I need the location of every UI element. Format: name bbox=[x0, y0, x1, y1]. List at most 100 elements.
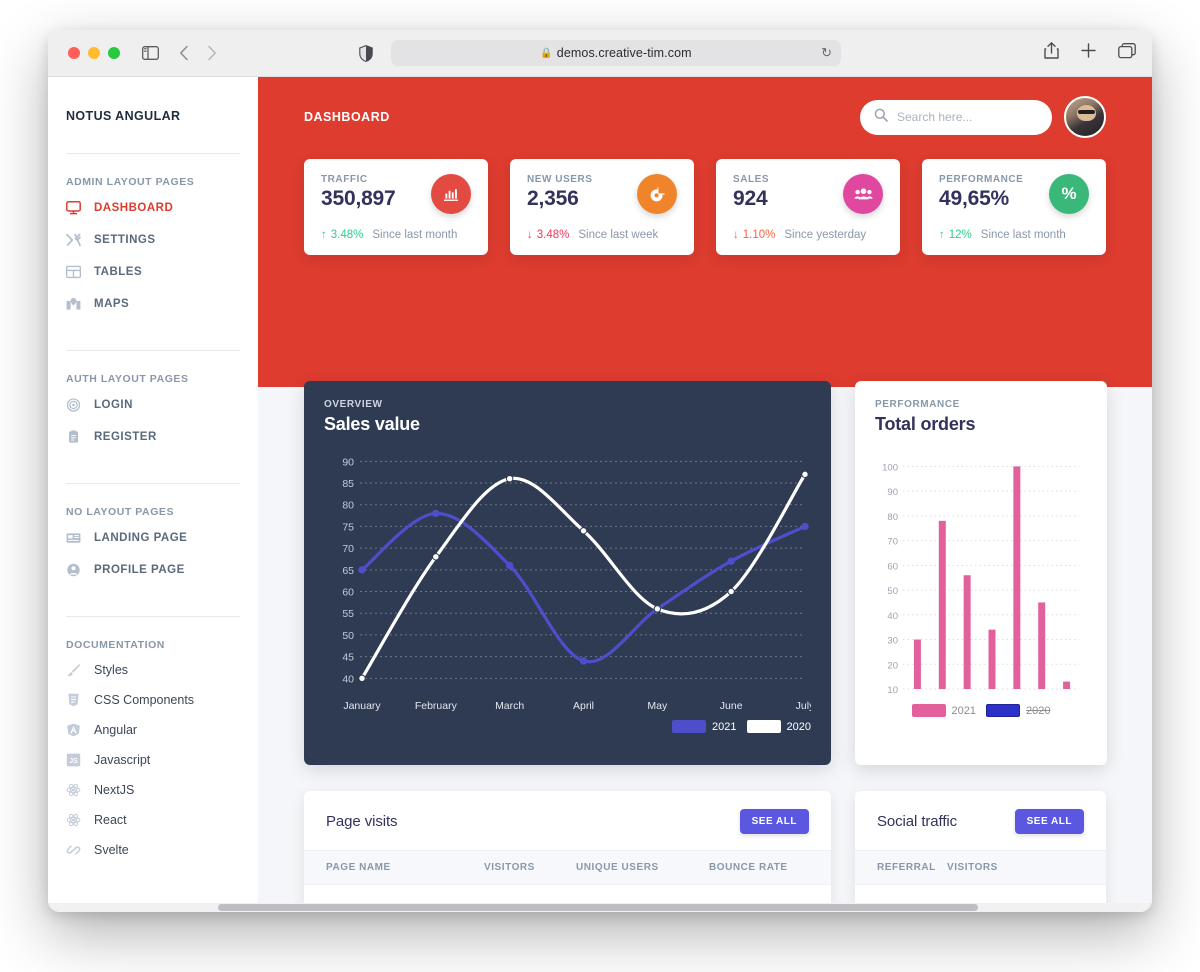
search-icon bbox=[874, 108, 888, 127]
sidebar-item-landing-page[interactable]: LANDING PAGE bbox=[66, 522, 240, 554]
link-icon bbox=[66, 843, 83, 857]
brand-title[interactable]: NOTUS ANGULAR bbox=[66, 77, 240, 123]
sidebar-item-login[interactable]: LOGIN bbox=[66, 389, 240, 421]
sidebar-item-profile-page[interactable]: PROFILE PAGE bbox=[66, 554, 240, 586]
close-window-button[interactable] bbox=[68, 47, 80, 59]
svg-text:JS: JS bbox=[69, 758, 78, 765]
page-visits-card: Page visits SEE ALL PAGE NAME VISITORS U… bbox=[304, 791, 831, 912]
url-bar[interactable]: 🔒 demos.creative-tim.com ↻ bbox=[391, 40, 841, 66]
stat-card-traffic[interactable]: TRAFFIC 350,897 ↑ 3.48% Since last month bbox=[304, 159, 488, 255]
js-square-icon: JS bbox=[66, 753, 83, 767]
scrollbar-thumb[interactable] bbox=[218, 904, 978, 911]
svg-text:65: 65 bbox=[342, 565, 354, 577]
bar-plot: 10 20 30 40 50 60 70 80 90 100 bbox=[875, 449, 1087, 726]
sidebar-item-nextjs[interactable]: NextJS bbox=[66, 775, 240, 805]
window-controls[interactable] bbox=[68, 47, 120, 59]
horizontal-scrollbar[interactable] bbox=[48, 903, 1152, 912]
sidebar-heading-documentation: DOCUMENTATION bbox=[66, 639, 165, 651]
fingerprint-icon bbox=[66, 398, 83, 412]
user-circle-icon bbox=[66, 563, 83, 577]
sidebar-item-label: MAPS bbox=[94, 298, 130, 310]
sidebar-heading-auth: AUTH LAYOUT PAGES bbox=[66, 373, 189, 385]
sidebar-item-label: DASHBOARD bbox=[94, 202, 174, 214]
tools-icon bbox=[66, 233, 83, 247]
stat-period: Since yesterday bbox=[784, 229, 867, 241]
users-icon bbox=[843, 174, 883, 214]
avatar[interactable] bbox=[1064, 96, 1106, 138]
stat-label: SALES bbox=[733, 174, 770, 185]
sidebar-item-label: PROFILE PAGE bbox=[94, 564, 185, 576]
sidebar-item-maps[interactable]: MAPS bbox=[66, 288, 240, 320]
stat-card-new-users[interactable]: NEW USERS 2,356 ↓ 3.48% Since last week bbox=[510, 159, 694, 255]
total-orders-chart-card: PERFORMANCE Total orders 10 20 30 40 50 60 70 8… bbox=[855, 381, 1107, 765]
stat-period: Since last week bbox=[578, 229, 659, 241]
search-input[interactable] bbox=[897, 110, 1038, 124]
monitor-icon bbox=[66, 201, 83, 215]
arrow-down-icon: ↓ bbox=[527, 229, 533, 241]
stat-delta: 12% bbox=[948, 229, 972, 241]
sidebar-item-label: Javascript bbox=[94, 753, 151, 767]
stat-card-sales[interactable]: SALES 924 ↓ 1.10% Since yesterday bbox=[716, 159, 900, 255]
see-all-button[interactable]: SEE ALL bbox=[739, 809, 809, 834]
svg-text:20: 20 bbox=[887, 660, 898, 671]
svg-text:40: 40 bbox=[887, 611, 898, 622]
newspaper-icon bbox=[66, 531, 83, 545]
sidebar-item-tables[interactable]: TABLES bbox=[66, 256, 240, 288]
stat-card-performance[interactable]: PERFORMANCE 49,65% % ↑ 12% Since last mo… bbox=[922, 159, 1106, 255]
angular-icon bbox=[66, 723, 83, 737]
css-shield-icon bbox=[66, 693, 83, 707]
sidebar-item-label: REGISTER bbox=[94, 431, 157, 443]
svg-text:March: March bbox=[495, 700, 524, 712]
reload-icon[interactable]: ↻ bbox=[821, 45, 832, 61]
sidebar-item-register[interactable]: REGISTER bbox=[66, 421, 240, 453]
sidebar-item-css-components[interactable]: CSS Components bbox=[66, 685, 240, 715]
sidebar-item-javascript[interactable]: JS Javascript bbox=[66, 745, 240, 775]
react-atom-icon bbox=[66, 783, 83, 797]
app-page: NOTUS ANGULAR ADMIN LAYOUT PAGES DASHBOA… bbox=[48, 77, 1152, 912]
svg-text:90: 90 bbox=[887, 487, 898, 498]
top-navbar: DASHBOARD bbox=[304, 77, 1106, 153]
sidebar-item-angular[interactable]: Angular bbox=[66, 715, 240, 745]
svg-text:70: 70 bbox=[342, 543, 354, 555]
table-header-row: PAGE NAME VISITORS UNIQUE USERS BOUNCE R… bbox=[304, 850, 831, 885]
social-traffic-card: Social traffic SEE ALL REFERRAL VISITORS bbox=[855, 791, 1106, 912]
sidebar-item-react[interactable]: React bbox=[66, 805, 240, 835]
line-plot: 40 45 50 55 60 65 70 75 80 85 90 January February Mar… bbox=[324, 449, 815, 726]
sidebar-item-svelte[interactable]: Svelte bbox=[66, 835, 240, 865]
charts-row: OVERVIEW Sales value 40 45 50 55 60 65 70 75 80 8… bbox=[304, 381, 1107, 765]
forward-button[interactable] bbox=[207, 45, 217, 61]
stat-label: PERFORMANCE bbox=[939, 174, 1024, 185]
search-box[interactable] bbox=[860, 99, 1052, 135]
stat-period: Since last month bbox=[980, 229, 1066, 241]
column-header bbox=[1027, 850, 1106, 885]
maximize-window-button[interactable] bbox=[108, 47, 120, 59]
sidebar-item-settings[interactable]: SETTINGS bbox=[66, 224, 240, 256]
shield-icon[interactable] bbox=[359, 44, 373, 62]
react-atom-icon bbox=[66, 813, 83, 827]
svg-text:45: 45 bbox=[342, 652, 354, 664]
plus-icon[interactable] bbox=[1081, 43, 1096, 63]
sales-value-chart-card: OVERVIEW Sales value 40 45 50 55 60 65 70 75 80 8… bbox=[304, 381, 831, 765]
tabs-overview-icon[interactable] bbox=[1118, 42, 1136, 64]
svg-text:February: February bbox=[415, 700, 458, 712]
svg-text:January: January bbox=[343, 700, 381, 712]
bar-chart-svg: 10 20 30 40 50 60 70 80 90 100 bbox=[882, 462, 1079, 696]
minimize-window-button[interactable] bbox=[88, 47, 100, 59]
header-banner: DASHBOARD Search here... TRAFFIC 350,897… bbox=[258, 77, 1152, 387]
svg-text:60: 60 bbox=[887, 561, 898, 572]
column-header: BOUNCE RATE bbox=[709, 850, 831, 885]
sidebar-item-styles[interactable]: Styles bbox=[66, 655, 240, 685]
sidebar-item-label: LOGIN bbox=[94, 399, 133, 411]
sidebar-item-label: CSS Components bbox=[94, 693, 195, 707]
svg-text:10: 10 bbox=[887, 685, 898, 696]
back-button[interactable] bbox=[179, 45, 189, 61]
sidebar-item-label: Styles bbox=[94, 663, 129, 677]
sidebar-toggle-icon[interactable] bbox=[142, 46, 159, 60]
percent-icon: % bbox=[1049, 174, 1089, 214]
sidebar-item-dashboard[interactable]: DASHBOARD bbox=[66, 192, 240, 224]
see-all-button[interactable]: SEE ALL bbox=[1014, 809, 1084, 834]
svg-text:85: 85 bbox=[342, 478, 354, 490]
main-content: DASHBOARD Search here... TRAFFIC 350,897… bbox=[258, 77, 1152, 912]
share-icon[interactable] bbox=[1044, 42, 1059, 64]
stat-label: NEW USERS bbox=[527, 174, 593, 185]
